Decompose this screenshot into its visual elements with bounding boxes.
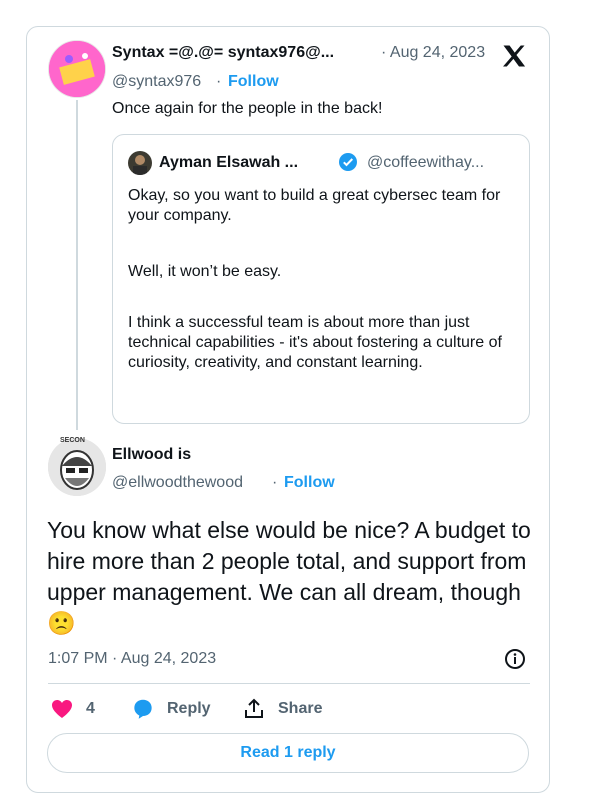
read-replies-label: Read 1 reply	[240, 744, 336, 761]
reply-avatar-cap-text: SECON	[60, 437, 85, 444]
quote-display-name: Ayman Elsawah ...	[159, 154, 299, 171]
quote-paragraph-1: Okay, so you want to build a great cyber…	[128, 187, 501, 224]
reply-button[interactable]: Reply	[130, 696, 211, 722]
reply-avatar[interactable]	[48, 438, 106, 496]
share-label: Share	[278, 700, 323, 717]
x-logo-icon[interactable]	[500, 42, 528, 70]
info-icon[interactable]	[504, 648, 526, 670]
separator-dot: ·	[216, 73, 222, 90]
quote-avatar	[128, 151, 152, 175]
quote-handle: @coffeewithay...	[367, 154, 485, 171]
reply-tweet-text: You know what else would be nice? A budg…	[47, 517, 531, 636]
parent-date[interactable]: · Aug 24, 2023	[381, 44, 485, 62]
reply-handle[interactable]: @ellwoodthewood	[112, 474, 243, 492]
like-count: 4	[86, 700, 95, 717]
separator-dot: ·	[272, 474, 278, 491]
reply-timestamp[interactable]: 1:07 PM · Aug 24, 2023	[48, 650, 216, 668]
read-replies-button[interactable]: Read 1 reply	[47, 733, 529, 773]
sad-face-emoji: 🙁	[47, 610, 76, 636]
heart-icon	[50, 697, 74, 721]
parent-avatar[interactable]	[48, 40, 106, 98]
parent-handle[interactable]: @syntax976	[112, 73, 201, 91]
thread-connector	[76, 100, 78, 430]
parent-tweet-text: Once again for the people in the back!	[112, 100, 383, 117]
quote-paragraph-2: Well, it won’t be easy.	[128, 263, 282, 280]
verified-badge-icon	[338, 152, 358, 172]
reply-display-name[interactable]: Ellwood is	[112, 446, 191, 464]
parent-follow-link[interactable]: Follow	[228, 73, 279, 91]
share-icon	[242, 697, 266, 721]
parent-display-name[interactable]: Syntax =@.@= syntax976@...	[112, 44, 334, 62]
like-button[interactable]: 4	[50, 696, 95, 722]
share-button[interactable]: Share	[242, 696, 322, 722]
reply-bubble-icon	[130, 696, 156, 722]
reply-follow-link[interactable]: Follow	[284, 474, 335, 492]
quote-paragraph-3: I think a successful team is about more …	[128, 314, 502, 371]
divider	[48, 683, 530, 684]
reply-label: Reply	[167, 700, 211, 717]
